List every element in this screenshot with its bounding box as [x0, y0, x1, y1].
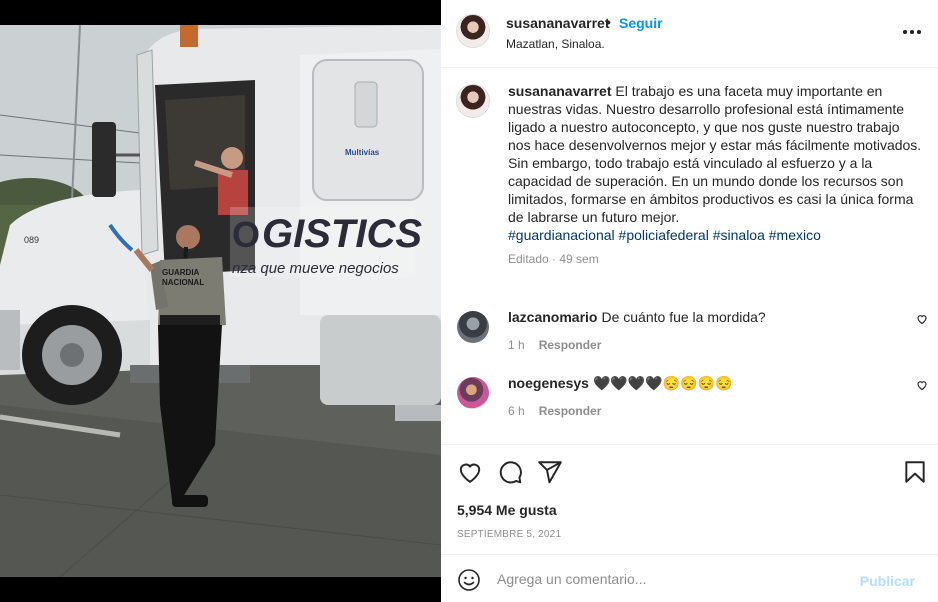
caption-body: susananavarret El trabajo es una faceta …: [508, 82, 922, 244]
photo-logistics-prefix: O: [232, 214, 260, 255]
reply-button[interactable]: Responder: [539, 404, 602, 418]
bookmark-icon[interactable]: [902, 459, 928, 485]
hashtag-link[interactable]: #guardianacional: [508, 227, 615, 243]
comment-item: lazcanomario De cuánto fue la mordida? 1 …: [457, 308, 927, 352]
photo-truck-number: 089: [24, 235, 39, 245]
photo-patch-line2: NACIONAL: [162, 278, 204, 287]
comment-body: 🖤🖤🖤🖤😔😔😔😔: [592, 375, 733, 391]
photo-logo-text: Multivías: [345, 148, 380, 157]
comment-text: lazcanomario De cuánto fue la mordida?: [508, 308, 922, 326]
location-link[interactable]: Mazatlan, Sinaloa.: [506, 37, 605, 51]
post-caption: susananavarret El trabajo es una faceta …: [457, 82, 922, 266]
heart-icon[interactable]: [457, 459, 483, 485]
author-avatar[interactable]: [457, 15, 489, 47]
comment-meta: 6 h Responder: [508, 404, 922, 418]
commenter-username[interactable]: lazcanomario: [508, 309, 597, 325]
hashtag-link[interactable]: #policiafederal: [619, 227, 709, 243]
smiley-icon[interactable]: [457, 568, 481, 592]
caption-username[interactable]: susananavarret: [508, 83, 612, 99]
heart-outline-icon[interactable]: [916, 379, 928, 391]
comment-text: noegenesys 🖤🖤🖤🖤😔😔😔😔: [508, 374, 922, 392]
likes-count[interactable]: 5,954 Me gusta: [457, 502, 557, 518]
comment-time: 1 h: [508, 338, 525, 352]
comments-section[interactable]: susananavarret El trabajo es una faceta …: [441, 69, 938, 443]
separator-dot: •: [606, 14, 611, 30]
add-comment-bar: Publicar: [441, 554, 938, 602]
photo-patch-line1: GUARDIA: [162, 268, 200, 277]
caption-paragraph-2: Sin embargo, todo trabajo está vinculado…: [508, 155, 914, 225]
hashtag-link[interactable]: #sinaloa: [713, 227, 765, 243]
post-photo[interactable]: Multivías O GISTICS nza que mueve negoci…: [0, 25, 441, 577]
follow-button[interactable]: Seguir: [619, 15, 663, 31]
commenter-avatar[interactable]: [457, 377, 489, 409]
author-username[interactable]: susananavarret: [506, 15, 610, 31]
comment-meta: 1 h Responder: [508, 338, 922, 352]
caption-hashtags: #guardianacional #policiafederal #sinalo…: [508, 227, 821, 243]
post-photo-area: Multivías O GISTICS nza que mueve negoci…: [0, 0, 441, 602]
commenter-avatar[interactable]: [457, 311, 489, 343]
share-icon[interactable]: [537, 459, 563, 485]
photo-logistics-text: GISTICS: [262, 212, 422, 256]
post-side-panel: susananavarret • Seguir Mazatlan, Sinalo…: [441, 0, 938, 602]
comment-icon[interactable]: [497, 459, 523, 485]
caption-meta: Editado · 49 sem: [508, 252, 599, 266]
comment-body: De cuánto fue la mordida?: [601, 309, 766, 325]
photo-illustration: Multivías O GISTICS nza que mueve negoci…: [0, 25, 441, 577]
comment-time: 6 h: [508, 404, 525, 418]
reply-button[interactable]: Responder: [539, 338, 602, 352]
heart-outline-icon[interactable]: [916, 313, 928, 325]
comment-item: noegenesys 🖤🖤🖤🖤😔😔😔😔 6 h Responder: [457, 374, 927, 418]
comment-input[interactable]: [497, 567, 837, 591]
more-options-icon[interactable]: [902, 22, 922, 42]
post-header: susananavarret • Seguir Mazatlan, Sinalo…: [441, 0, 938, 68]
photo-slogan-text: nza que mueve negocios: [232, 260, 399, 277]
caption-avatar[interactable]: [457, 85, 489, 117]
hashtag-link[interactable]: #mexico: [769, 227, 821, 243]
post-actions: 5,954 Me gusta Septiembre 5, 2021: [441, 444, 938, 554]
post-date[interactable]: Septiembre 5, 2021: [457, 529, 561, 540]
instagram-post-modal: Multivías O GISTICS nza que mueve negoci…: [0, 0, 938, 602]
publish-button[interactable]: Publicar: [860, 573, 915, 589]
commenter-username[interactable]: noegenesys: [508, 375, 589, 391]
